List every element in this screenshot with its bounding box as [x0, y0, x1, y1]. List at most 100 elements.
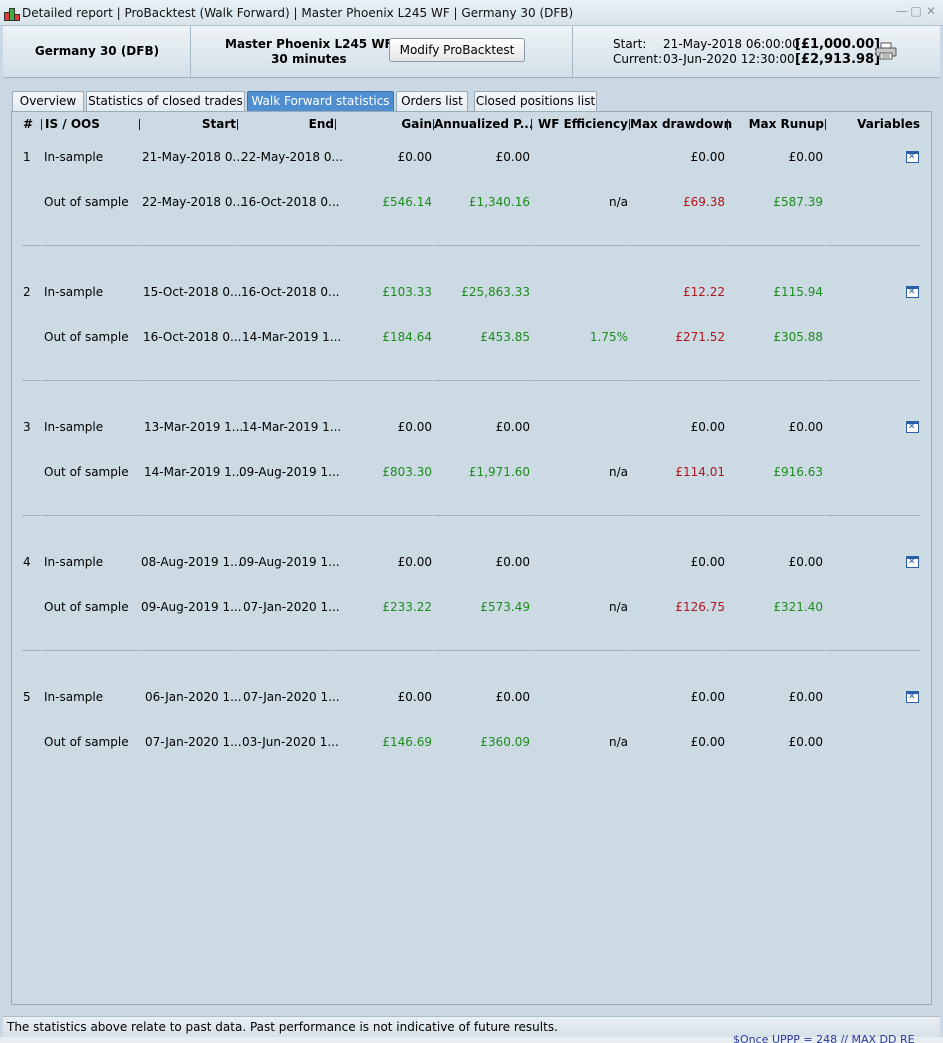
is-oos-label: Out of sample [44, 600, 129, 614]
column-header-max-drawdown[interactable]: Max drawdown [630, 117, 732, 131]
row-divider [22, 379, 920, 382]
candlestick-chart-icon [3, 7, 20, 21]
max-drawdown-value: £0.00 [690, 555, 725, 569]
wf-efficiency-value: n/a [608, 735, 628, 749]
max-drawdown-value: £0.00 [690, 735, 725, 749]
start-date: 08-Aug-2019 1... [141, 555, 242, 569]
max-drawdown-value: £0.00 [690, 420, 725, 434]
minimize-icon[interactable]: — [896, 5, 908, 17]
row-number: 5 [23, 690, 31, 704]
strategy-section: Master Phoenix L245 WF 30 minutes Modify… [191, 26, 573, 77]
wf-efficiency-value: n/a [608, 465, 628, 479]
instrument-section: Germany 30 (DFB) [3, 26, 191, 77]
is-oos-label: Out of sample [44, 735, 129, 749]
column-header-start[interactable]: Start [140, 117, 236, 131]
start-date: 14-Mar-2019 1... [144, 465, 244, 479]
disclaimer-text: The statistics above relate to past data… [7, 1020, 558, 1034]
column-header-annualized-profit[interactable]: Annualized P... [434, 117, 533, 131]
column-header-gain[interactable]: Gain [336, 117, 432, 131]
annualized-profit-value: £25,863.33 [461, 285, 530, 299]
end-date: 09-Aug-2019 1... [239, 465, 340, 479]
start-info: Start: 21-May-2018 06:00:00[£1,000.00] [613, 37, 880, 52]
row-divider [22, 244, 920, 247]
tab-closed-positions-list[interactable]: Closed positions list [474, 91, 597, 111]
max-runup-value: £0.00 [788, 420, 823, 434]
wf-efficiency-value: 1.75% [589, 330, 628, 344]
tab-statistics-closed-trades[interactable]: Statistics of closed trades [86, 91, 245, 111]
end-date: 14-Mar-2019 1... [242, 420, 342, 434]
is-oos-label: In-sample [44, 285, 104, 299]
start-date: 09-Aug-2019 1... [141, 600, 242, 614]
max-runup-value: £0.00 [788, 555, 823, 569]
start-date: 22-May-2018 0... [142, 195, 244, 209]
column-separator[interactable] [41, 119, 42, 130]
row-number: 2 [23, 285, 31, 299]
gain-value: £0.00 [397, 690, 432, 704]
start-date: 21-May-2018 06:00:00 [663, 37, 800, 51]
gain-value: £233.22 [382, 600, 432, 614]
max-runup-value: £916.63 [773, 465, 823, 479]
annualized-profit-value: £453.85 [480, 330, 530, 344]
gain-value: £0.00 [397, 150, 432, 164]
start-date: 06-Jan-2020 1... [145, 690, 242, 704]
column-header-wf-efficiency[interactable]: WF Efficiency [532, 117, 628, 131]
column-header-is-oos[interactable]: IS / OOS [45, 117, 100, 131]
window-title: Detailed report | ProBacktest (Walk Forw… [22, 6, 574, 20]
variables-window-icon[interactable] [906, 421, 919, 433]
gain-value: £803.30 [382, 465, 432, 479]
end-date: 16-Oct-2018 0... [241, 195, 340, 209]
gain-value: £0.00 [397, 420, 432, 434]
gain-value: £546.14 [382, 195, 432, 209]
max-drawdown-value: £126.75 [675, 600, 725, 614]
capital-section: Start: 21-May-2018 06:00:00[£1,000.00] Cu… [573, 26, 940, 77]
variables-window-icon[interactable] [906, 691, 919, 703]
start-date: 07-Jan-2020 1... [145, 735, 242, 749]
current-capital: [£2,913.98] [795, 52, 881, 67]
max-runup-value: £587.39 [773, 195, 823, 209]
gain-value: £103.33 [382, 285, 432, 299]
annualized-profit-value: £573.49 [480, 600, 530, 614]
strategy-info: Master Phoenix L245 WF 30 minutes [225, 37, 393, 67]
printer-icon[interactable] [875, 42, 897, 60]
start-date: 13-Mar-2019 1... [144, 420, 244, 434]
row-divider [22, 649, 920, 652]
modify-probacktest-button[interactable]: Modify ProBacktest [389, 38, 525, 62]
is-oos-label: Out of sample [44, 465, 129, 479]
variables-window-icon[interactable] [906, 151, 919, 163]
annualized-profit-value: £0.00 [495, 555, 530, 569]
end-date: 14-Mar-2019 1... [242, 330, 342, 344]
end-date: 07-Jan-2020 1... [243, 690, 340, 704]
is-oos-label: In-sample [44, 150, 104, 164]
is-oos-label: In-sample [44, 420, 104, 434]
maximize-icon[interactable]: □ [910, 5, 922, 17]
max-drawdown-value: £0.00 [690, 690, 725, 704]
column-header-variables[interactable]: Variables [826, 117, 920, 131]
report-header: Germany 30 (DFB) Master Phoenix L245 WF … [3, 26, 940, 78]
column-header-number: # [23, 117, 34, 131]
annualized-profit-value: £0.00 [495, 150, 530, 164]
annualized-profit-value: £0.00 [495, 420, 530, 434]
close-icon[interactable]: ✕ [925, 5, 937, 17]
annualized-profit-value: £0.00 [495, 690, 530, 704]
variables-window-icon[interactable] [906, 286, 919, 298]
end-date: 09-Aug-2019 1... [239, 555, 340, 569]
start-label: Start: [613, 37, 647, 51]
column-header-max-runup[interactable]: Max Runup [728, 117, 824, 131]
gain-value: £184.64 [382, 330, 432, 344]
tab-orders-list[interactable]: Orders list [396, 91, 468, 111]
column-header-end[interactable]: End [238, 117, 334, 131]
max-drawdown-value: £12.22 [683, 285, 725, 299]
row-number: 1 [23, 150, 31, 164]
max-runup-value: £321.40 [773, 600, 823, 614]
tab-overview[interactable]: Overview [12, 91, 84, 111]
title-bar: Detailed report | ProBacktest (Walk Forw… [0, 0, 943, 26]
max-runup-value: £0.00 [788, 735, 823, 749]
variables-window-icon[interactable] [906, 556, 919, 568]
gain-value: £0.00 [397, 555, 432, 569]
current-date: 03-Jun-2020 12:30:00 [663, 52, 795, 66]
instrument-name: Germany 30 (DFB) [34, 44, 160, 58]
start-date: 15-Oct-2018 0... [143, 285, 242, 299]
wf-efficiency-value: n/a [608, 195, 628, 209]
annualized-profit-value: £1,971.60 [468, 465, 530, 479]
tab-walk-forward-statistics[interactable]: Walk Forward statistics [247, 91, 394, 111]
